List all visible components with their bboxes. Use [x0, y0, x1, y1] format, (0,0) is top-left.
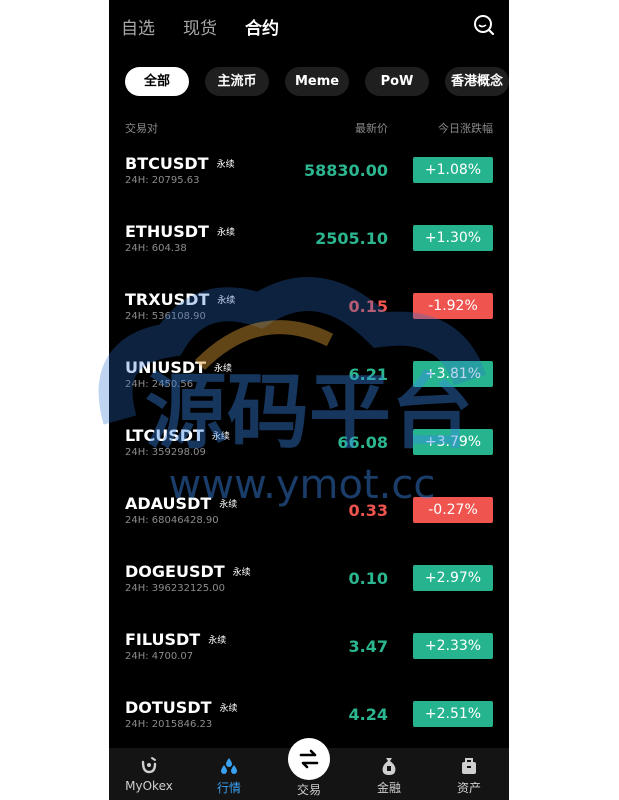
pair-symbol: LTCUSDT: [125, 426, 204, 445]
swap-arrows-icon: [299, 749, 319, 769]
nav-label: 资产: [456, 781, 481, 795]
perpetual-tag: 永续: [208, 636, 227, 646]
change-badge[interactable]: +2.33%: [413, 633, 493, 659]
filter-chips: 全部 主流币 Meme PoW 香港概念: [125, 67, 509, 96]
nav-label: MyOkex: [125, 779, 173, 793]
last-price: 4.24: [348, 705, 388, 724]
pair-symbol: ETHUSDT: [125, 222, 209, 241]
last-price: 0.15: [348, 297, 388, 316]
pair-symbol: ADAUSDT: [125, 494, 212, 513]
last-price: 6.21: [348, 365, 388, 384]
nav-assets[interactable]: 资产: [429, 748, 509, 800]
chip-pow[interactable]: PoW: [365, 67, 429, 96]
last-price: 58830.00: [303, 161, 388, 180]
pair-volume: 24H: 536108.90: [125, 311, 206, 322]
trade-label: 交易: [296, 783, 321, 797]
col-change[interactable]: 今日涨跌幅: [438, 120, 493, 136]
change-badge[interactable]: +3.81%: [413, 361, 493, 387]
last-price: 2505.10: [315, 229, 388, 248]
pair-volume: 24H: 68046428.90: [125, 515, 219, 526]
pair-symbol: TRXUSDT: [125, 290, 210, 309]
nav-myokex[interactable]: MyOkex: [109, 748, 189, 800]
last-price: 0.10: [348, 569, 388, 588]
pair-volume: 24H: 2450.56: [125, 379, 194, 390]
pair-volume: 24H: 604.38: [125, 243, 187, 254]
last-price: 3.47: [348, 637, 388, 656]
moneybag-icon: [382, 758, 396, 775]
table-row[interactable]: FILUSDT 永续 24H: 4700.07 3.47 +2.33%: [109, 612, 509, 680]
table-row[interactable]: BTCUSDT 永续 24H: 20795.63 58830.00 +1.08%: [109, 136, 509, 204]
search-icon[interactable]: [473, 14, 495, 36]
perpetual-tag: 永续: [214, 364, 233, 374]
chip-meme[interactable]: Meme: [285, 67, 349, 96]
pair-symbol: DOGEUSDT: [125, 562, 225, 581]
trade-button[interactable]: [288, 738, 330, 780]
perpetual-tag: 永续: [216, 160, 235, 170]
tab-contract[interactable]: 合约: [245, 14, 279, 39]
table-row[interactable]: ADAUSDT 永续 24H: 68046428.90 0.33 -0.27%: [109, 476, 509, 544]
pair-volume: 24H: 20795.63: [125, 175, 200, 186]
table-row[interactable]: TRXUSDT 永续 24H: 536108.90 0.15 -1.92%: [109, 272, 509, 340]
change-badge[interactable]: +2.51%: [413, 701, 493, 727]
nav-finance[interactable]: 金融: [349, 748, 429, 800]
pair-symbol: FILUSDT: [125, 630, 201, 649]
change-badge[interactable]: -0.27%: [413, 497, 493, 523]
pair-symbol: UNIUSDT: [125, 358, 207, 377]
chip-mainstream[interactable]: 主流币: [205, 67, 269, 96]
table-row[interactable]: ETHUSDT 永续 24H: 604.38 2505.10 +1.30%: [109, 204, 509, 272]
perpetual-tag: 永续: [216, 228, 235, 238]
tab-watchlist[interactable]: 自选: [121, 14, 155, 39]
market-drops-icon: [221, 758, 237, 774]
perpetual-tag: 永续: [217, 296, 236, 306]
market-list: BTCUSDT 永续 24H: 20795.63 58830.00 +1.08% …: [109, 136, 509, 748]
myokex-icon: [141, 757, 157, 774]
change-badge[interactable]: +1.30%: [413, 225, 493, 251]
pair-volume: 24H: 359298.09: [125, 447, 206, 458]
chip-all[interactable]: 全部: [125, 67, 189, 96]
change-badge[interactable]: +3.79%: [413, 429, 493, 455]
change-badge[interactable]: -1.92%: [413, 293, 493, 319]
perpetual-tag: 永续: [219, 704, 238, 714]
col-price[interactable]: 最新价: [355, 120, 388, 136]
last-price: 66.08: [337, 433, 388, 452]
pair-volume: 24H: 4700.07: [125, 651, 194, 662]
wallet-icon: [462, 758, 476, 774]
col-pair: 交易对: [125, 122, 158, 135]
nav-label: 金融: [376, 781, 401, 795]
chip-hk-concept[interactable]: 香港概念: [445, 67, 509, 96]
tab-spot[interactable]: 现货: [183, 14, 217, 39]
perpetual-tag: 永续: [232, 568, 251, 578]
table-row[interactable]: LTCUSDT 永续 24H: 359298.09 66.08 +3.79%: [109, 408, 509, 476]
perpetual-tag: 永续: [211, 432, 230, 442]
pair-symbol: DOTUSDT: [125, 698, 212, 717]
pair-volume: 24H: 2015846.23: [125, 719, 213, 730]
nav-market[interactable]: 行情: [189, 748, 269, 800]
change-badge[interactable]: +2.97%: [413, 565, 493, 591]
pair-symbol: BTCUSDT: [125, 154, 209, 173]
table-row[interactable]: UNIUSDT 永续 24H: 2450.56 6.21 +3.81%: [109, 340, 509, 408]
pair-volume: 24H: 396232125.00: [125, 583, 225, 594]
phone-screen: 自选 现货 合约 全部 主流币 Meme PoW 香港概念 交易对 最新价 今日…: [109, 0, 509, 800]
last-price: 0.33: [348, 501, 388, 520]
perpetual-tag: 永续: [219, 500, 238, 510]
top-nav: 自选 现货 合约: [109, 0, 509, 52]
table-row[interactable]: DOGEUSDT 永续 24H: 396232125.00 0.10 +2.97%: [109, 544, 509, 612]
nav-label: 行情: [216, 781, 241, 795]
change-badge[interactable]: +1.08%: [413, 157, 493, 183]
